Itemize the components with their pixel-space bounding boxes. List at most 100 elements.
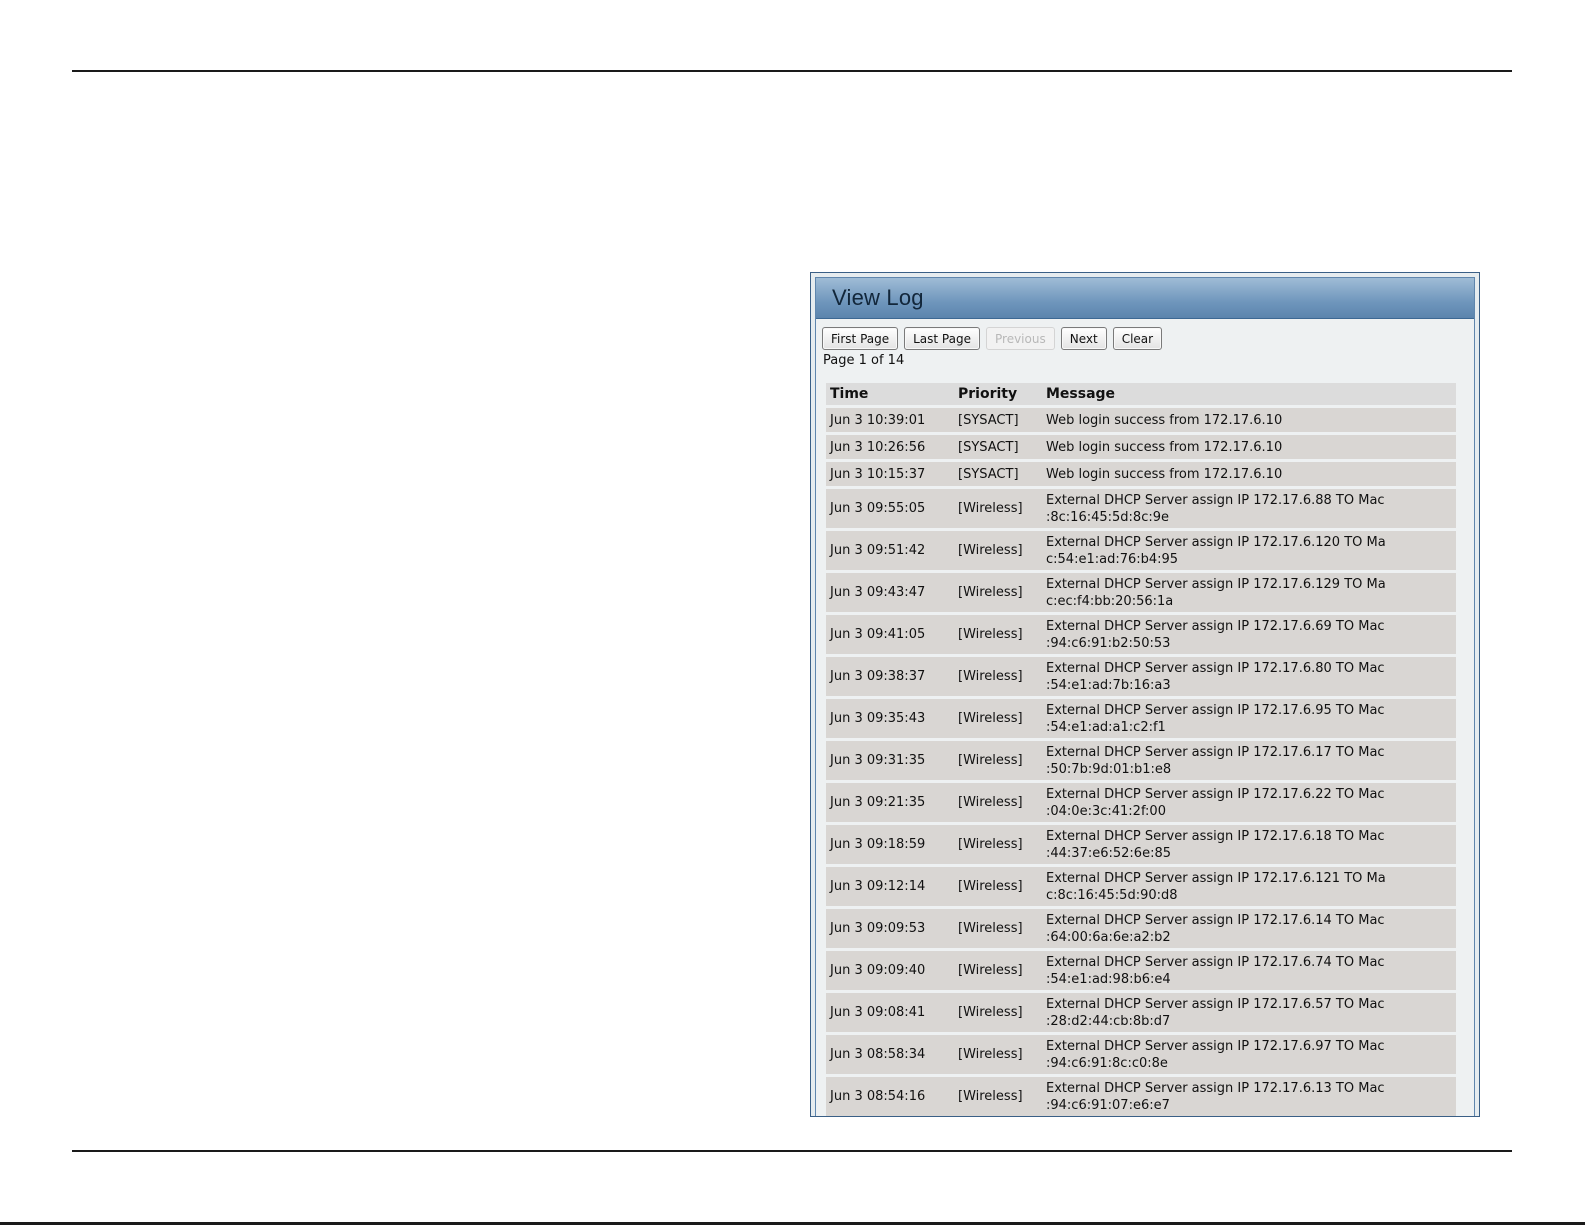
header-priority: Priority (954, 383, 1042, 405)
log-time-cell: Jun 3 09:08:41 (826, 993, 954, 1032)
first-page-button[interactable]: First Page (822, 327, 899, 350)
log-message-line: :44:37:e6:52:6e:85 (1046, 845, 1171, 861)
log-message-cell: External DHCP Server assign IP 172.17.6.… (1042, 825, 1456, 864)
log-message-cell: Web login success from 172.17.6.10 (1042, 435, 1456, 459)
log-message-cell: Web login success from 172.17.6.10 (1042, 462, 1456, 486)
log-priority-cell: [Wireless] (954, 993, 1042, 1032)
log-table-header-row: Time Priority Message (826, 383, 1456, 405)
log-message-cell: External DHCP Server assign IP 172.17.6.… (1042, 615, 1456, 654)
header-message: Message (1042, 383, 1456, 405)
log-message-line: External DHCP Server assign IP 172.17.6.… (1046, 954, 1385, 970)
document-page: View Log First Page Last Page Previous N… (0, 0, 1585, 1225)
clear-button[interactable]: Clear (1112, 327, 1163, 350)
log-message-cell: External DHCP Server assign IP 172.17.6.… (1042, 993, 1456, 1032)
log-message-line: External DHCP Server assign IP 172.17.6.… (1046, 492, 1385, 508)
log-priority-cell: [Wireless] (954, 741, 1042, 780)
log-row: Jun 3 09:51:42 [Wireless] External DHCP Se… (826, 531, 1456, 570)
log-time-cell: Jun 3 08:58:34 (826, 1035, 954, 1074)
log-table-body: Jun 3 10:39:01 [SYSACT] Web login success … (826, 408, 1456, 1116)
log-time-cell: Jun 3 09:09:40 (826, 951, 954, 990)
log-message-cell: External DHCP Server assign IP 172.17.6.… (1042, 783, 1456, 822)
log-message-cell: External DHCP Server assign IP 172.17.6.… (1042, 699, 1456, 738)
log-row: Jun 3 10:26:56 [SYSACT] Web login success … (826, 435, 1456, 459)
view-log-panel: View Log First Page Last Page Previous N… (810, 272, 1480, 1117)
log-toolbar: First Page Last Page Previous Next Clear (816, 319, 1474, 350)
log-priority-cell: [Wireless] (954, 825, 1042, 864)
log-message-line: External DHCP Server assign IP 172.17.6.… (1046, 1080, 1385, 1096)
log-message-line: :94:c6:91:07:e6:e7 (1046, 1097, 1170, 1113)
log-row: Jun 3 08:58:34 [Wireless] External DHCP Se… (826, 1035, 1456, 1074)
log-row: Jun 3 09:43:47 [Wireless] External DHCP Se… (826, 573, 1456, 612)
log-row: Jun 3 09:09:53 [Wireless] External DHCP Se… (826, 909, 1456, 948)
log-time-cell: Jun 3 09:21:35 (826, 783, 954, 822)
log-table: Time Priority Message Jun 3 10:39:01 [SYS… (826, 380, 1456, 1116)
log-message-line: :94:c6:91:8c:c0:8e (1046, 1055, 1168, 1071)
log-message-line: :54:e1:ad:7b:16:a3 (1046, 677, 1171, 693)
log-row: Jun 3 09:31:35 [Wireless] External DHCP Se… (826, 741, 1456, 780)
log-message-cell: External DHCP Server assign IP 172.17.6.… (1042, 657, 1456, 696)
log-message-cell: External DHCP Server assign IP 172.17.6.… (1042, 909, 1456, 948)
view-log-panel-body: View Log First Page Last Page Previous N… (815, 277, 1475, 1116)
log-row: Jun 3 09:55:05 [Wireless] External DHCP Se… (826, 489, 1456, 528)
last-page-button[interactable]: Last Page (904, 327, 980, 350)
log-priority-cell: [Wireless] (954, 951, 1042, 990)
log-message-cell: External DHCP Server assign IP 172.17.6.… (1042, 1077, 1456, 1116)
log-row: Jun 3 09:12:14 [Wireless] External DHCP Se… (826, 867, 1456, 906)
log-priority-cell: [Wireless] (954, 699, 1042, 738)
log-row: Jun 3 09:18:59 [Wireless] External DHCP Se… (826, 825, 1456, 864)
top-divider (72, 70, 1512, 72)
panel-title: View Log (832, 285, 924, 310)
log-message-line: c:8c:16:45:5d:90:d8 (1046, 887, 1178, 903)
log-message-line: External DHCP Server assign IP 172.17.6.… (1046, 996, 1385, 1012)
previous-button: Previous (986, 327, 1055, 350)
log-row: Jun 3 09:21:35 [Wireless] External DHCP Se… (826, 783, 1456, 822)
log-message-line: External DHCP Server assign IP 172.17.6.… (1046, 744, 1385, 760)
log-time-cell: Jun 3 09:38:37 (826, 657, 954, 696)
log-time-cell: Jun 3 09:09:53 (826, 909, 954, 948)
log-message-line: :64:00:6a:6e:a2:b2 (1046, 929, 1171, 945)
log-message-line: c:54:e1:ad:76:b4:95 (1046, 551, 1179, 567)
log-priority-cell: [Wireless] (954, 867, 1042, 906)
log-message-line: :94:c6:91:b2:50:53 (1046, 635, 1171, 651)
log-message-line: External DHCP Server assign IP 172.17.6.… (1046, 870, 1386, 886)
log-time-cell: Jun 3 09:31:35 (826, 741, 954, 780)
log-row: Jun 3 09:38:37 [Wireless] External DHCP Se… (826, 657, 1456, 696)
log-priority-cell: [Wireless] (954, 573, 1042, 612)
log-message-cell: Web login success from 172.17.6.10 (1042, 408, 1456, 432)
log-priority-cell: [Wireless] (954, 1035, 1042, 1074)
log-priority-cell: [Wireless] (954, 489, 1042, 528)
log-message-line: External DHCP Server assign IP 172.17.6.… (1046, 702, 1385, 718)
log-row: Jun 3 10:39:01 [SYSACT] Web login success … (826, 408, 1456, 432)
log-message-line: :04:0e:3c:41:2f:00 (1046, 803, 1166, 819)
log-message-cell: External DHCP Server assign IP 172.17.6.… (1042, 867, 1456, 906)
log-time-cell: Jun 3 09:55:05 (826, 489, 954, 528)
log-message-cell: External DHCP Server assign IP 172.17.6.… (1042, 489, 1456, 528)
log-message-line: External DHCP Server assign IP 172.17.6.… (1046, 618, 1385, 634)
log-message-line: c:ec:f4:bb:20:56:1a (1046, 593, 1174, 609)
log-row: Jun 3 08:54:16 [Wireless] External DHCP Se… (826, 1077, 1456, 1116)
log-message-line: External DHCP Server assign IP 172.17.6.… (1046, 912, 1385, 928)
log-priority-cell: [SYSACT] (954, 408, 1042, 432)
log-time-cell: Jun 3 09:12:14 (826, 867, 954, 906)
log-row: Jun 3 09:08:41 [Wireless] External DHCP Se… (826, 993, 1456, 1032)
log-message-line: External DHCP Server assign IP 172.17.6.… (1046, 1038, 1385, 1054)
log-row: Jun 3 09:41:05 [Wireless] External DHCP Se… (826, 615, 1456, 654)
panel-header: View Log (816, 278, 1474, 319)
log-time-cell: Jun 3 09:18:59 (826, 825, 954, 864)
log-message-line: External DHCP Server assign IP 172.17.6.… (1046, 786, 1385, 802)
log-message-line: :54:e1:ad:98:b6:e4 (1046, 971, 1171, 987)
log-message-line: External DHCP Server assign IP 172.17.6.… (1046, 828, 1385, 844)
log-priority-cell: [Wireless] (954, 615, 1042, 654)
log-row: Jun 3 10:15:37 [SYSACT] Web login success … (826, 462, 1456, 486)
next-button[interactable]: Next (1060, 327, 1107, 350)
log-time-cell: Jun 3 08:54:16 (826, 1077, 954, 1116)
log-time-cell: Jun 3 10:26:56 (826, 435, 954, 459)
log-message-line: External DHCP Server assign IP 172.17.6.… (1046, 534, 1386, 550)
log-message-line: Web login success from 172.17.6.10 (1046, 412, 1283, 428)
log-message-line: External DHCP Server assign IP 172.17.6.… (1046, 576, 1386, 592)
log-message-line: :28:d2:44:cb:8b:d7 (1046, 1013, 1171, 1029)
log-priority-cell: [Wireless] (954, 1077, 1042, 1116)
log-message-line: External DHCP Server assign IP 172.17.6.… (1046, 660, 1385, 676)
log-message-line: Web login success from 172.17.6.10 (1046, 466, 1283, 482)
log-message-line: :8c:16:45:5d:8c:9e (1046, 509, 1169, 525)
